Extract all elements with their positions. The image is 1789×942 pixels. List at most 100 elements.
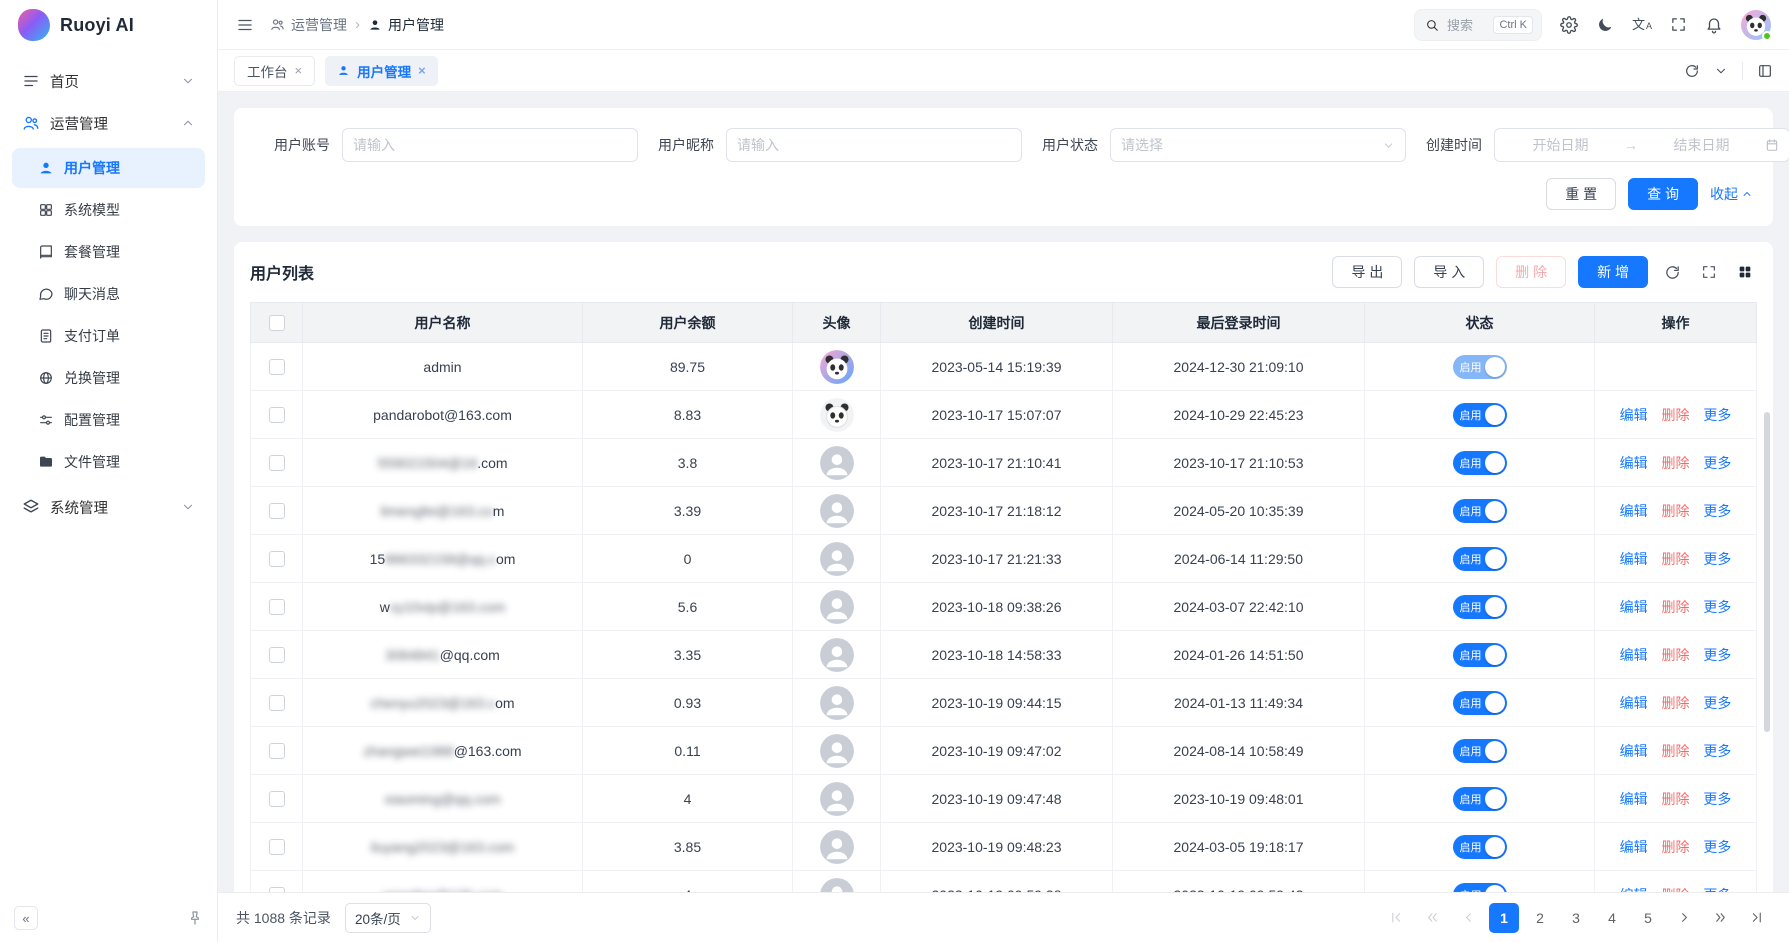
status-toggle[interactable]: 启用 [1453, 451, 1507, 475]
page-button-5[interactable]: 5 [1633, 903, 1663, 933]
breadcrumb-item-operations[interactable]: 运营管理 [270, 15, 347, 35]
status-toggle[interactable]: 启用 [1453, 739, 1507, 763]
status-toggle[interactable]: 启用 [1453, 835, 1507, 859]
pin-icon[interactable] [187, 910, 203, 926]
row-checkbox[interactable] [269, 839, 285, 855]
status-toggle[interactable]: 启用 [1453, 643, 1507, 667]
account-input[interactable] [342, 128, 638, 162]
more-link[interactable]: 更多 [1703, 647, 1731, 663]
jump-forward-button[interactable] [1705, 903, 1735, 933]
hamburger-menu-icon[interactable] [236, 16, 254, 34]
add-button[interactable]: 新 增 [1578, 256, 1648, 288]
row-checkbox[interactable] [269, 599, 285, 615]
sidebar-item-system-management[interactable]: 系统管理 [12, 486, 205, 528]
fullscreen-icon[interactable] [1697, 260, 1721, 284]
edit-link[interactable]: 编辑 [1620, 551, 1648, 567]
export-button[interactable]: 导 出 [1332, 256, 1402, 288]
search-button[interactable]: 查 询 [1628, 178, 1698, 210]
fullscreen-icon[interactable] [1670, 16, 1687, 33]
edit-link[interactable]: 编辑 [1620, 647, 1648, 663]
sidebar-item-chat-messages[interactable]: 聊天消息 [12, 274, 205, 314]
more-link[interactable]: 更多 [1703, 455, 1731, 471]
layout-expand-icon[interactable] [1757, 63, 1773, 79]
nickname-input[interactable] [726, 128, 1022, 162]
delete-link[interactable]: 删除 [1662, 887, 1690, 893]
gear-icon[interactable] [1560, 16, 1578, 34]
delete-link[interactable]: 删除 [1662, 791, 1690, 807]
status-toggle[interactable]: 启用 [1453, 787, 1507, 811]
tab-user-management[interactable]: 用户管理 × [325, 56, 438, 86]
edit-link[interactable]: 编辑 [1620, 743, 1648, 759]
prev-page-button[interactable] [1453, 903, 1483, 933]
sidebar-item-operations[interactable]: 运营管理 [12, 102, 205, 144]
status-toggle[interactable]: 启用 [1453, 499, 1507, 523]
sidebar-item-system-model[interactable]: 系统模型 [12, 190, 205, 230]
more-link[interactable]: 更多 [1703, 503, 1731, 519]
translate-icon[interactable]: 文A [1632, 18, 1652, 31]
refresh-icon[interactable] [1660, 260, 1685, 285]
delete-button[interactable]: 删 除 [1496, 256, 1566, 288]
first-page-button[interactable] [1381, 903, 1411, 933]
reset-button[interactable]: 重 置 [1546, 178, 1616, 210]
edit-link[interactable]: 编辑 [1620, 839, 1648, 855]
status-toggle[interactable]: 启用 [1453, 403, 1507, 427]
bell-icon[interactable] [1705, 16, 1723, 34]
vertical-scrollbar[interactable] [1764, 412, 1770, 732]
delete-link[interactable]: 删除 [1662, 503, 1690, 519]
more-link[interactable]: 更多 [1703, 551, 1731, 567]
delete-link[interactable]: 删除 [1662, 743, 1690, 759]
row-checkbox[interactable] [269, 887, 285, 892]
row-checkbox[interactable] [269, 503, 285, 519]
edit-link[interactable]: 编辑 [1620, 887, 1648, 893]
breadcrumb-item-user-management[interactable]: 用户管理 [368, 15, 444, 35]
row-checkbox[interactable] [269, 791, 285, 807]
edit-link[interactable]: 编辑 [1620, 407, 1648, 423]
delete-link[interactable]: 删除 [1662, 455, 1690, 471]
chevron-down-icon[interactable] [1714, 64, 1728, 78]
page-button-3[interactable]: 3 [1561, 903, 1591, 933]
row-checkbox[interactable] [269, 743, 285, 759]
global-search[interactable]: 搜索 Ctrl K [1414, 9, 1542, 41]
delete-link[interactable]: 删除 [1662, 839, 1690, 855]
status-toggle[interactable]: 启用 [1453, 595, 1507, 619]
tab-workbench[interactable]: 工作台 × [234, 56, 315, 86]
more-link[interactable]: 更多 [1703, 791, 1731, 807]
delete-link[interactable]: 删除 [1662, 695, 1690, 711]
column-settings-icon[interactable] [1733, 260, 1757, 284]
sidebar-item-home[interactable]: 首页 [12, 60, 205, 102]
status-toggle[interactable]: 启用 [1453, 883, 1507, 893]
row-checkbox[interactable] [269, 455, 285, 471]
edit-link[interactable]: 编辑 [1620, 599, 1648, 615]
last-page-button[interactable] [1741, 903, 1771, 933]
row-checkbox[interactable] [269, 407, 285, 423]
sidebar-item-payment-orders[interactable]: 支付订单 [12, 316, 205, 356]
close-icon[interactable]: × [418, 64, 426, 77]
sidebar-item-package-management[interactable]: 套餐管理 [12, 232, 205, 272]
edit-link[interactable]: 编辑 [1620, 455, 1648, 471]
next-page-button[interactable] [1669, 903, 1699, 933]
close-icon[interactable]: × [295, 64, 303, 77]
delete-link[interactable]: 删除 [1662, 599, 1690, 615]
sidebar-item-user-management[interactable]: 用户管理 [12, 148, 205, 188]
row-checkbox[interactable] [269, 695, 285, 711]
more-link[interactable]: 更多 [1703, 887, 1731, 893]
sidebar-item-config-management[interactable]: 配置管理 [12, 400, 205, 440]
more-link[interactable]: 更多 [1703, 839, 1731, 855]
status-select[interactable]: 请选择 [1110, 128, 1406, 162]
edit-link[interactable]: 编辑 [1620, 695, 1648, 711]
edit-link[interactable]: 编辑 [1620, 791, 1648, 807]
sidebar-collapse-button[interactable]: « [14, 906, 38, 930]
select-all-checkbox[interactable] [269, 315, 285, 331]
more-link[interactable]: 更多 [1703, 407, 1731, 423]
import-button[interactable]: 导 入 [1414, 256, 1484, 288]
delete-link[interactable]: 删除 [1662, 647, 1690, 663]
row-checkbox[interactable] [269, 551, 285, 567]
page-button-2[interactable]: 2 [1525, 903, 1555, 933]
refresh-icon[interactable] [1684, 63, 1700, 79]
delete-link[interactable]: 删除 [1662, 407, 1690, 423]
delete-link[interactable]: 删除 [1662, 551, 1690, 567]
sidebar-item-file-management[interactable]: 文件管理 [12, 442, 205, 482]
more-link[interactable]: 更多 [1703, 743, 1731, 759]
page-size-select[interactable]: 20条/页 [345, 903, 431, 933]
page-button-1[interactable]: 1 [1489, 903, 1519, 933]
